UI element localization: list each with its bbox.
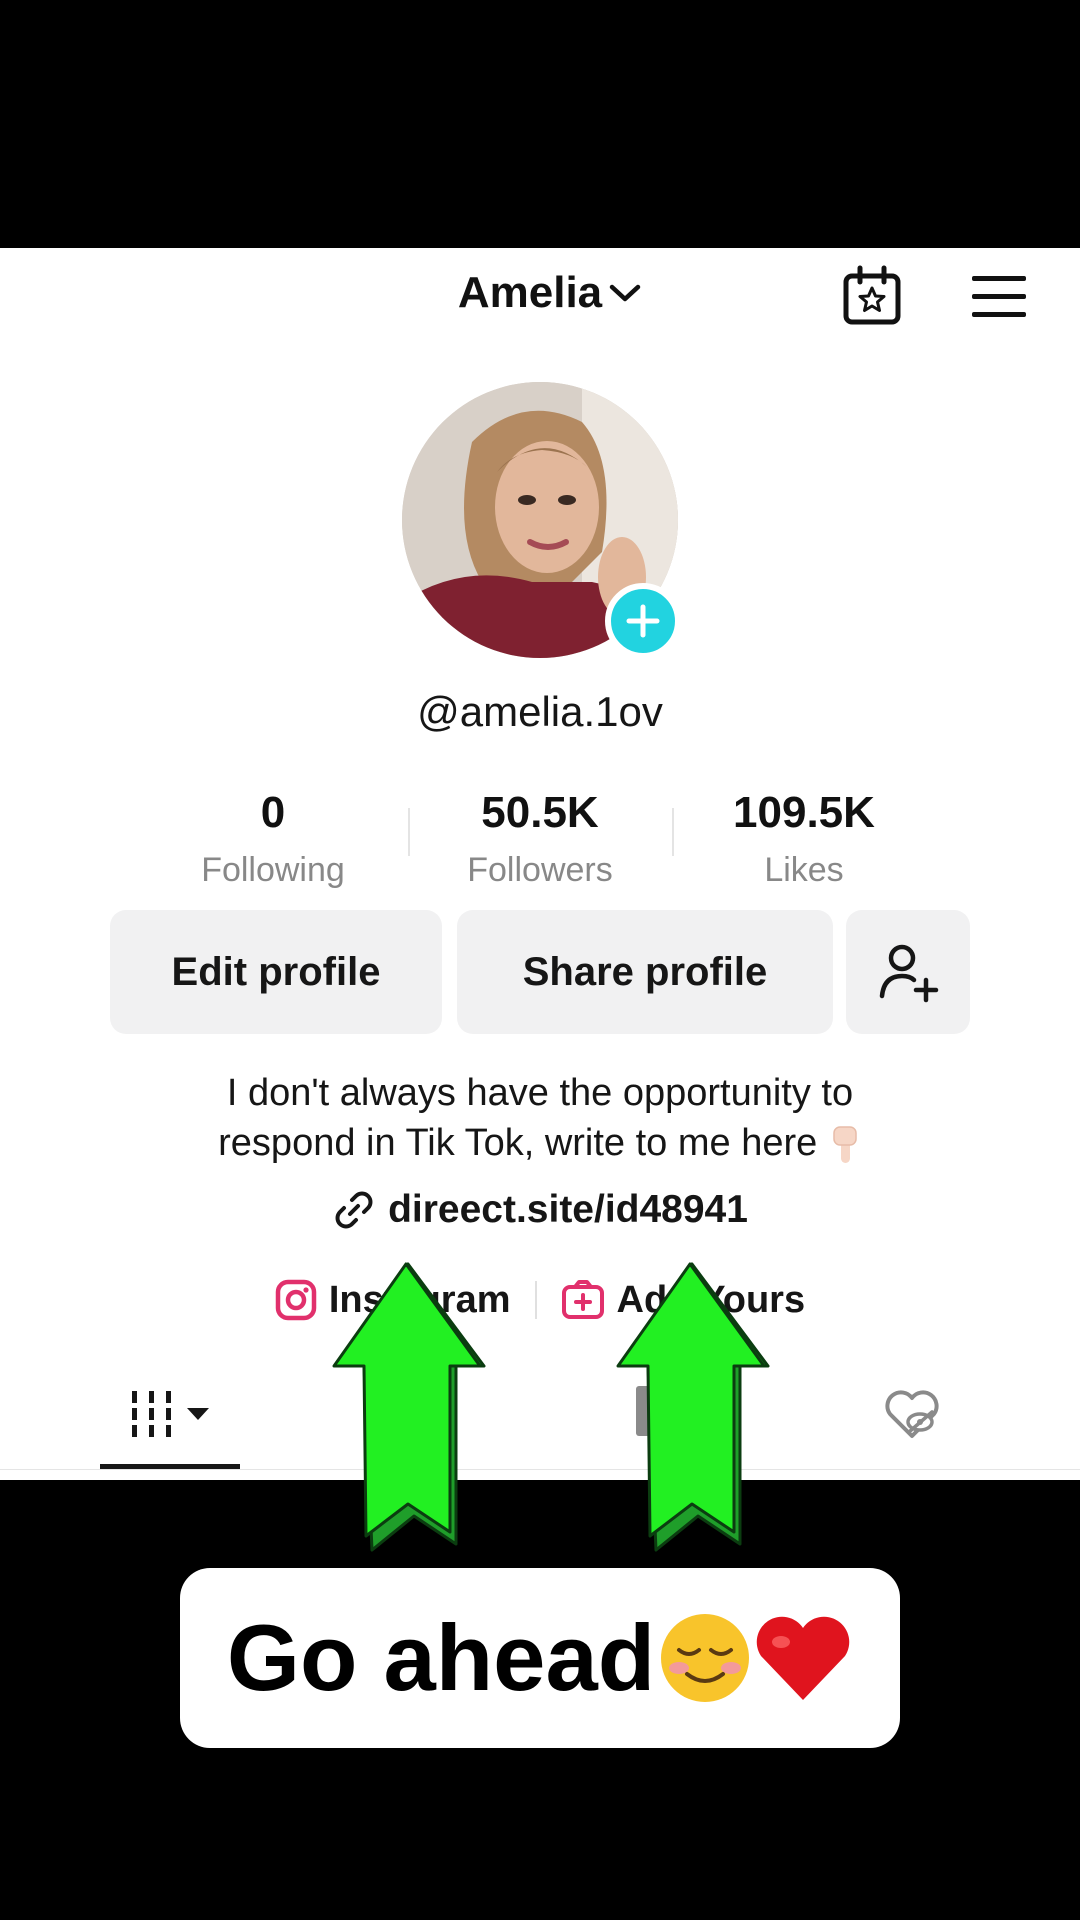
caption-box: Go ahead: [180, 1568, 900, 1748]
stat-value: 50.5K: [481, 788, 599, 837]
stat-followers[interactable]: 50.5K Followers: [420, 788, 660, 890]
social-divider: [534, 1281, 537, 1319]
pointing-down-icon: [833, 1126, 857, 1163]
add-avatar-button[interactable]: [605, 583, 681, 659]
edit-profile-button[interactable]: Edit profile: [110, 910, 442, 1034]
share-profile-label: Share profile: [522, 949, 768, 994]
stat-likes[interactable]: 109.5K Likes: [684, 788, 924, 890]
share-profile-button[interactable]: Share profile: [457, 910, 833, 1034]
link-icon: [335, 1191, 373, 1229]
username: @amelia.1ov: [417, 688, 663, 735]
add-user-icon: [879, 944, 939, 1003]
bio-line: I don't always have the opportunity to: [226, 1072, 854, 1114]
stat-label: Following: [201, 851, 345, 889]
tab-videos[interactable]: [130, 1390, 220, 1438]
account-name: Amelia: [457, 268, 603, 317]
stat-label: Likes: [764, 851, 844, 889]
calendar-star-icon[interactable]: [840, 264, 904, 328]
plus-icon: [626, 604, 660, 638]
stat-label: Followers: [467, 851, 613, 889]
caret-down-icon: [187, 1408, 209, 1420]
instagram-icon: [275, 1279, 317, 1321]
stat-divider: [672, 808, 674, 856]
bio: I don't always have the opportunity to r…: [60, 1068, 1020, 1168]
bio-line-2: respond in Tik Tok, write to me here: [60, 1118, 1020, 1168]
arrow-up-icon: [616, 1262, 770, 1552]
stat-value: 109.5K: [733, 788, 875, 837]
bio-link[interactable]: direect.site/id48941: [0, 1188, 1080, 1237]
social-links: Instagram Add Yours: [0, 1272, 1080, 1328]
stat-divider: [408, 808, 410, 856]
liked-hidden-icon[interactable]: [882, 1388, 942, 1442]
tabs-divider: [0, 1469, 1080, 1470]
arrow-up-icon: [332, 1262, 486, 1552]
stat-value: 0: [260, 788, 286, 837]
chevron-down-icon: [609, 284, 641, 302]
stat-following[interactable]: 0 Following: [153, 788, 393, 890]
add-yours-icon: [561, 1280, 604, 1319]
link-text: direect.site/id48941: [388, 1188, 748, 1231]
grid-icon: [132, 1391, 171, 1437]
caption-text: Go ahead: [226, 1605, 656, 1710]
account-switcher[interactable]: Amelia: [0, 268, 1080, 318]
bio-line-text: respond in Tik Tok, write to me here: [218, 1122, 818, 1164]
red-heart-icon: [756, 1616, 850, 1700]
smiling-face-icon: [661, 1614, 750, 1702]
edit-profile-label: Edit profile: [171, 949, 381, 994]
add-friends-button[interactable]: [846, 910, 970, 1034]
menu-icon[interactable]: [968, 272, 1030, 322]
